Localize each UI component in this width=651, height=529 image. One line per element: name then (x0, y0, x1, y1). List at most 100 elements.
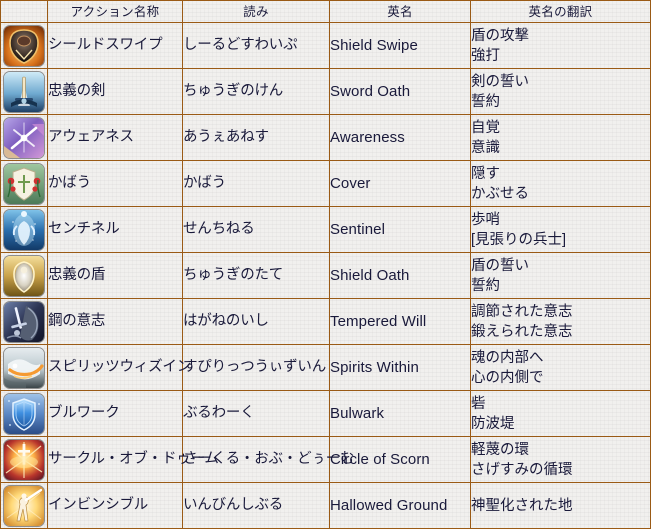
column-header-reading: 読み (182, 0, 330, 23)
action-reading: しーるどすわいぷ (182, 22, 330, 69)
translation-line-1: 自覚 (471, 119, 500, 136)
table-row: 忠義の盾 ちゅうぎのたて Shield Oath 盾の誓い 誓約 (0, 252, 651, 299)
action-reading: あうぇあねす (182, 114, 330, 161)
action-name: かばう (47, 160, 183, 207)
translation-line-1: 砦 (471, 395, 486, 412)
action-translation: 砦 防波堤 (470, 390, 651, 437)
action-icon-cell (0, 114, 48, 161)
action-english-name: Shield Swipe (329, 22, 471, 69)
column-header-english-translation: 英名の翻訳 (470, 0, 651, 23)
translation-line-2: 強打 (471, 47, 500, 64)
action-reading: ちゅうぎのけん (182, 68, 330, 115)
action-name: センチネル (47, 206, 183, 253)
action-name: 鋼の意志 (47, 298, 183, 345)
action-english-name: Sword Oath (329, 68, 471, 115)
translation-line-2: [見張りの兵士] (471, 231, 567, 248)
action-english-name: Circle of Scorn (329, 436, 471, 483)
translation-line-2: 心の内側で (471, 369, 544, 386)
translation-line-1: 盾の誓い (471, 257, 529, 274)
table-header: アクション名称 読み 英名 英名の翻訳 (0, 0, 651, 23)
table-row: スピリッツウィズイン すぴりっつうぃずいん Spirits Within 魂の内… (0, 344, 651, 391)
tempered-will-icon (3, 300, 45, 343)
translation-line-2: 防波堤 (471, 415, 515, 432)
translation-line-1: 隠す (471, 165, 500, 182)
cover-icon (3, 162, 45, 205)
translation-line-2: 意識 (471, 139, 500, 156)
column-header-english-name: 英名 (329, 0, 471, 23)
translation-line-1: 剣の誓い (471, 73, 529, 90)
awareness-icon (3, 116, 45, 159)
action-english-name: Spirits Within (329, 344, 471, 391)
action-translation: 盾の攻撃 強打 (470, 22, 651, 69)
translation-line-2: さげすみの循環 (471, 461, 573, 478)
action-english-name: Hallowed Ground (329, 482, 471, 529)
table-row: センチネル せんちねる Sentinel 歩哨 [見張りの兵士] (0, 206, 651, 253)
column-header-icon (0, 0, 48, 23)
action-english-name: Bulwark (329, 390, 471, 437)
action-icon-cell (0, 68, 48, 115)
translation-line-1: 歩哨 (471, 211, 500, 228)
table-row: インビンシブル いんびんしぶる Hallowed Ground 神聖化された地 (0, 482, 651, 529)
action-name: インビンシブル (47, 482, 183, 529)
action-name: アウェアネス (47, 114, 183, 161)
action-translation: 隠す かぶせる (470, 160, 651, 207)
action-reading: せんちねる (182, 206, 330, 253)
translation-line-2: かぶせる (471, 185, 529, 202)
translation-line-1: 軽蔑の環 (471, 441, 529, 458)
skill-table-container: アクション名称 読み 英名 英名の翻訳 シールドスワイプ しーるどすわいぷ Sh… (0, 0, 651, 529)
sword-oath-icon (3, 70, 45, 113)
circle-of-scorn-icon (3, 438, 45, 481)
table-row: アウェアネス あうぇあねす Awareness 自覚 意識 (0, 114, 651, 161)
action-name: ブルワーク (47, 390, 183, 437)
translation-line-2: 誓約 (471, 277, 500, 294)
table-row: かばう かばう Cover 隠す かぶせる (0, 160, 651, 207)
table-row: 忠義の剣 ちゅうぎのけん Sword Oath 剣の誓い 誓約 (0, 68, 651, 115)
table-row: 鋼の意志 はがねのいし Tempered Will 調節された意志 鍛えられた意… (0, 298, 651, 345)
action-english-name: Tempered Will (329, 298, 471, 345)
hallowed-ground-icon (3, 484, 45, 527)
action-translation: 神聖化された地 (470, 482, 651, 529)
bulwark-icon (3, 392, 45, 435)
table-row: ブルワーク ぶるわーく Bulwark 砦 防波堤 (0, 390, 651, 437)
translation-line-1: 調節された意志 (471, 303, 573, 320)
spirits-within-icon (3, 346, 45, 389)
action-icon-cell (0, 160, 48, 207)
action-icon-cell (0, 206, 48, 253)
action-translation: 調節された意志 鍛えられた意志 (470, 298, 651, 345)
translation-line-1: 盾の攻撃 (471, 27, 529, 44)
action-reading: ぶるわーく (182, 390, 330, 437)
action-name: スピリッツウィズイン (47, 344, 191, 391)
sentinel-icon (3, 208, 45, 251)
action-reading: すぴりっつうぃずいん (182, 344, 330, 391)
action-reading: さーくる・おぶ・どぅーむ (182, 436, 355, 483)
shield-oath-icon (3, 254, 45, 297)
action-english-name: Cover (329, 160, 471, 207)
action-english-name: Awareness (329, 114, 471, 161)
table-header-row: アクション名称 読み 英名 英名の翻訳 (0, 0, 651, 23)
action-name: サークル・オブ・ドゥーム (47, 436, 219, 483)
action-icon-cell (0, 390, 48, 437)
action-name: シールドスワイプ (47, 22, 183, 69)
translation-line-2: 誓約 (471, 93, 500, 110)
action-icon-cell (0, 344, 48, 391)
column-header-action-name: アクション名称 (47, 0, 183, 23)
action-name-table: アクション名称 読み 英名 英名の翻訳 シールドスワイプ しーるどすわいぷ Sh… (0, 0, 651, 529)
table-row: シールドスワイプ しーるどすわいぷ Shield Swipe 盾の攻撃 強打 (0, 22, 651, 69)
action-translation: 歩哨 [見張りの兵士] (470, 206, 651, 253)
action-name: 忠義の盾 (47, 252, 183, 299)
translation-line-1: 魂の内部へ (471, 349, 544, 366)
action-translation: 軽蔑の環 さげすみの循環 (470, 436, 651, 483)
action-icon-cell (0, 252, 48, 299)
translation-line-2: 鍛えられた意志 (471, 323, 573, 340)
action-name: 忠義の剣 (47, 68, 183, 115)
action-icon-cell (0, 298, 48, 345)
translation-line-1: 神聖化された地 (471, 497, 573, 514)
action-translation: 盾の誓い 誓約 (470, 252, 651, 299)
action-reading: いんびんしぶる (182, 482, 330, 529)
action-icon-cell (0, 482, 48, 529)
action-english-name: Shield Oath (329, 252, 471, 299)
action-translation: 魂の内部へ 心の内側で (470, 344, 651, 391)
action-translation: 自覚 意識 (470, 114, 651, 161)
action-icon-cell (0, 436, 48, 483)
action-icon-cell (0, 22, 48, 69)
